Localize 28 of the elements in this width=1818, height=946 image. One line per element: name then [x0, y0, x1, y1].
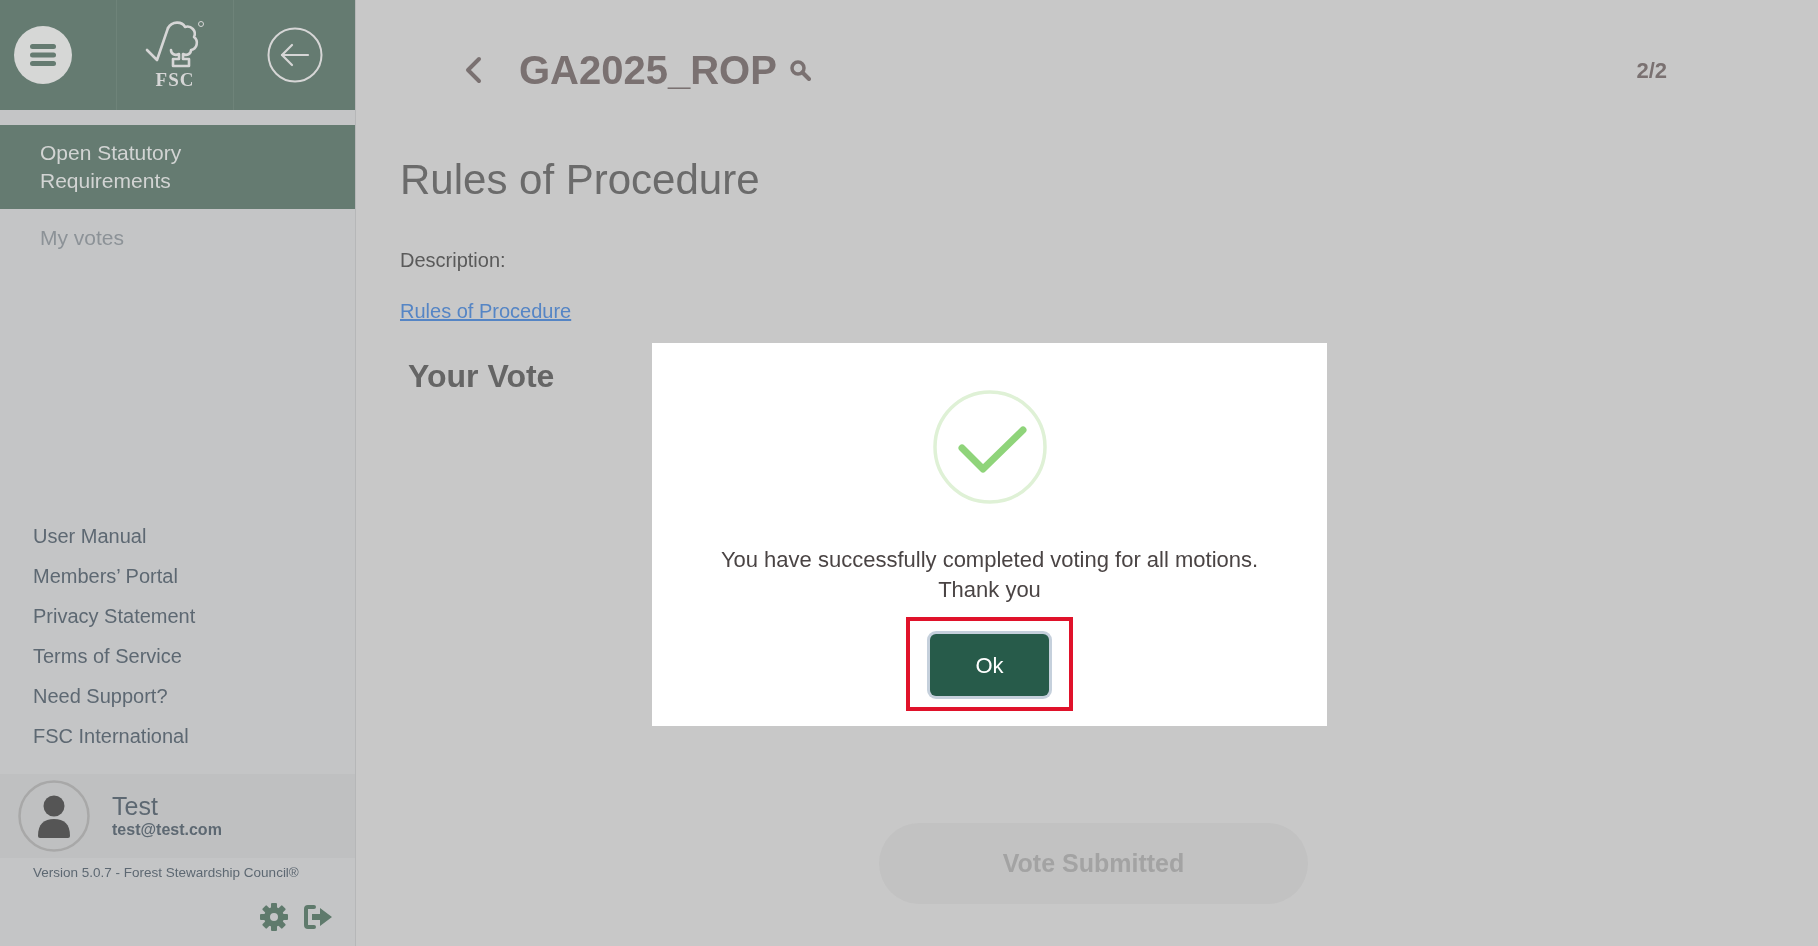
sidebar-link[interactable]: Terms of Service: [0, 636, 355, 676]
document-link[interactable]: Rules of Procedure: [400, 297, 572, 325]
user-name: Test: [112, 792, 159, 820]
search-icon[interactable]: [788, 59, 811, 81]
dialog-message: You have successfully completed voting for all motions. Thank you: [720, 546, 1259, 604]
ok-button[interactable]: Ok: [930, 634, 1049, 696]
user-email: test@test.com: [112, 820, 222, 840]
page-counter: 2/2: [1636, 56, 1667, 85]
page-title: GA2025_ROP: [519, 47, 777, 94]
menu-icon[interactable]: [14, 26, 72, 84]
motion-title: Rules of Procedure: [400, 155, 760, 205]
settings-icon[interactable]: [260, 903, 288, 931]
logout-icon[interactable]: [303, 904, 333, 930]
vote-heading: Your Vote: [408, 357, 555, 396]
version-text: Version 5.0.7 - Forest Stewardship Council®: [32, 864, 300, 882]
tree-logo-icon: [144, 20, 206, 70]
logo-text: FSC: [155, 70, 195, 90]
sidebar-nav-item[interactable]: Open Statutory Requirements: [0, 125, 355, 209]
sidebar-nav-item[interactable]: My votes: [0, 209, 355, 267]
success-check-icon: [932, 390, 1047, 504]
description-label: Description:: [400, 248, 506, 273]
sidebar-link[interactable]: Members’ Portal: [0, 556, 355, 596]
sidebar-link[interactable]: Need Support?: [0, 676, 355, 716]
sidebar-link[interactable]: Privacy Statement: [0, 596, 355, 636]
chevron-left-icon[interactable]: [464, 56, 482, 84]
sidebar-link[interactable]: User Manual: [0, 516, 355, 556]
user-avatar-icon: [18, 780, 90, 852]
sidebar-link[interactable]: FSC International: [0, 716, 355, 756]
